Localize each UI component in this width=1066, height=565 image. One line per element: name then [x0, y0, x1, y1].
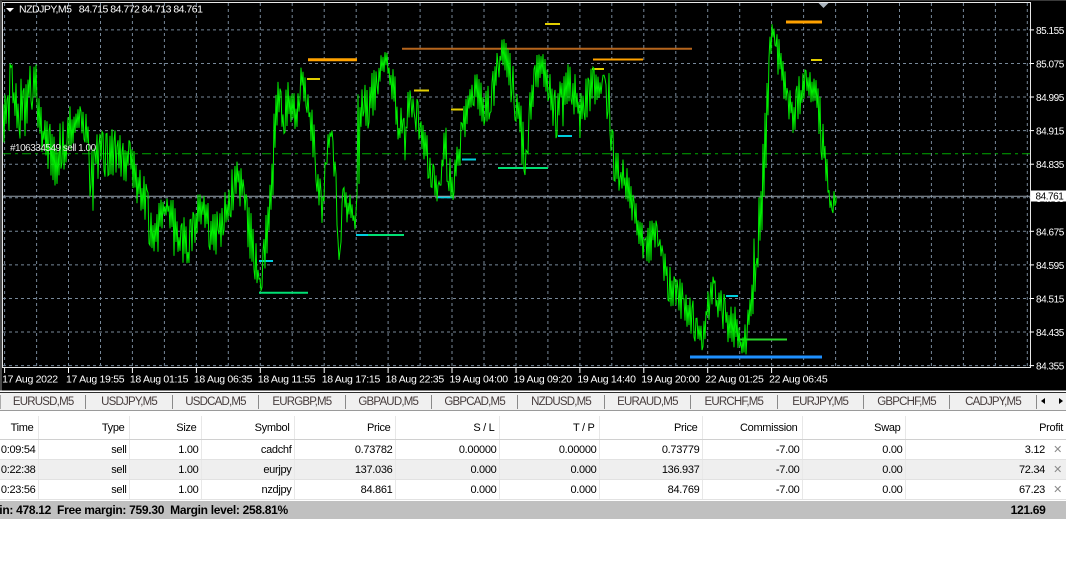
svg-text:85.155: 85.155	[1036, 26, 1065, 37]
svg-text:18 Aug 17:15: 18 Aug 17:15	[322, 374, 381, 386]
svg-text:84.355: 84.355	[1036, 362, 1065, 373]
svg-text:18 Aug 01:15: 18 Aug 01:15	[130, 374, 189, 386]
svg-text:84.835: 84.835	[1036, 160, 1065, 171]
svg-text:84.515: 84.515	[1036, 295, 1065, 306]
svg-text:18 Aug 11:55: 18 Aug 11:55	[258, 374, 316, 386]
svg-text:19 Aug 04:00: 19 Aug 04:00	[450, 374, 509, 386]
svg-text:17 Aug 19:55: 17 Aug 19:55	[66, 374, 125, 386]
svg-text:84.595: 84.595	[1036, 261, 1065, 272]
svg-text:17 Aug 2022: 17 Aug 2022	[2, 374, 58, 386]
svg-text:18 Aug 06:35: 18 Aug 06:35	[194, 374, 253, 386]
svg-text:84.915: 84.915	[1036, 127, 1065, 138]
svg-text:19 Aug 14:40: 19 Aug 14:40	[577, 374, 636, 386]
svg-text:22 Aug 01:25: 22 Aug 01:25	[705, 374, 764, 386]
svg-text:22 Aug 06:45: 22 Aug 06:45	[769, 374, 828, 386]
svg-text:84.761: 84.761	[1036, 192, 1065, 203]
svg-text:84.435: 84.435	[1036, 328, 1065, 339]
svg-text:19 Aug 09:20: 19 Aug 09:20	[514, 374, 573, 386]
svg-text:84.675: 84.675	[1036, 227, 1065, 238]
svg-text:84.995: 84.995	[1036, 93, 1065, 104]
svg-text:18 Aug 22:35: 18 Aug 22:35	[386, 374, 445, 386]
svg-text:85.075: 85.075	[1036, 60, 1065, 71]
svg-text:#106334549 sell 1.00: #106334549 sell 1.00	[10, 143, 97, 154]
svg-text:NZDJPY,M5 84.715 84.772 84.7: NZDJPY,M5 84.715 84.772 84.713 84.761	[19, 4, 203, 16]
svg-text:19 Aug 20:00: 19 Aug 20:00	[641, 374, 700, 386]
